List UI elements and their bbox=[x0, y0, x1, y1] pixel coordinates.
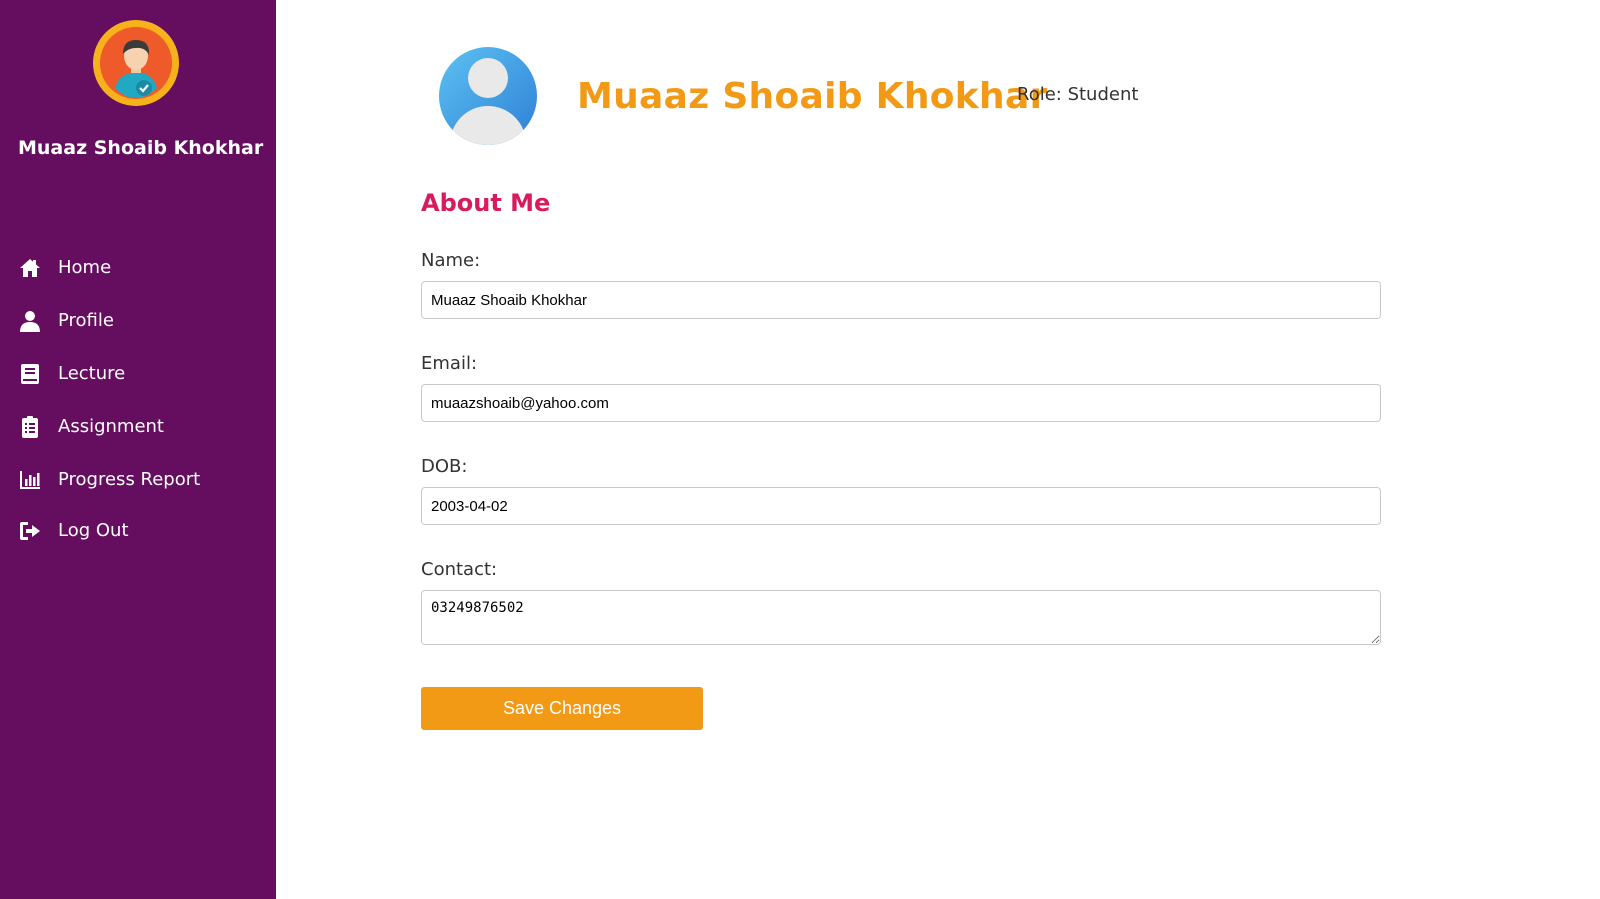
profile-name: Muaaz Shoaib Khokhar bbox=[577, 76, 1048, 117]
sidebar-item-label: Progress Report bbox=[58, 469, 201, 490]
about-me-heading: About Me bbox=[421, 189, 551, 217]
save-changes-button[interactable]: Save Changes bbox=[421, 687, 703, 730]
dob-field[interactable] bbox=[421, 487, 1381, 525]
sidebar-username: Muaaz Shoaib Khokhar bbox=[18, 137, 264, 159]
email-label: Email: bbox=[421, 353, 478, 374]
bar-chart-icon bbox=[18, 468, 42, 492]
sidebar-item-label: Lecture bbox=[58, 363, 126, 384]
main-content: Muaaz Shoaib Khokhar Role: Student About… bbox=[276, 0, 1600, 899]
sidebar-item-profile[interactable]: Profile bbox=[0, 301, 276, 341]
student-avatar-icon bbox=[89, 18, 183, 108]
contact-field[interactable]: 03249876502 bbox=[421, 590, 1381, 645]
sidebar-item-progress-report[interactable]: Progress Report bbox=[0, 460, 276, 500]
sidebar-item-lecture[interactable]: Lecture bbox=[0, 354, 276, 394]
dob-label: DOB: bbox=[421, 456, 468, 477]
sign-out-icon bbox=[18, 519, 42, 543]
name-field[interactable] bbox=[421, 281, 1381, 319]
sidebar-item-label: Profile bbox=[58, 310, 114, 331]
name-label: Name: bbox=[421, 250, 481, 271]
contact-label: Contact: bbox=[421, 559, 498, 580]
profile-role: Role: Student bbox=[1017, 84, 1139, 105]
email-field[interactable] bbox=[421, 384, 1381, 422]
book-icon bbox=[18, 362, 42, 386]
user-avatar-icon bbox=[438, 46, 538, 146]
sidebar-item-label: Home bbox=[58, 257, 112, 278]
clipboard-icon bbox=[18, 415, 42, 439]
sidebar-item-assignment[interactable]: Assignment bbox=[0, 407, 276, 447]
sidebar: Muaaz Shoaib Khokhar Home Profile Lectur… bbox=[0, 0, 276, 899]
sidebar-item-label: Assignment bbox=[58, 416, 164, 437]
home-icon bbox=[18, 256, 42, 280]
sidebar-item-log-out[interactable]: Log Out bbox=[0, 511, 276, 551]
user-icon bbox=[18, 309, 42, 333]
sidebar-item-label: Log Out bbox=[58, 520, 129, 541]
sidebar-item-home[interactable]: Home bbox=[0, 248, 276, 288]
